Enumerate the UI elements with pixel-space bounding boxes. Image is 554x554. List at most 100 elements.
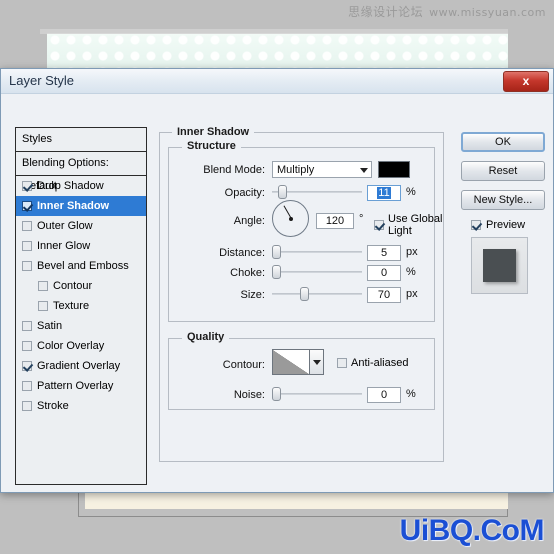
sidebar-item-label: Color Overlay xyxy=(37,340,105,352)
checkbox-gradient-overlay[interactable] xyxy=(22,361,32,371)
sidebar-item-satin[interactable]: Satin xyxy=(16,316,146,336)
choke-slider-track xyxy=(272,271,362,273)
checkbox-drop-shadow[interactable] xyxy=(22,181,32,191)
sidebar-item-label: Texture xyxy=(53,300,90,312)
sidebar-item-color-overlay[interactable]: Color Overlay xyxy=(16,336,146,356)
opacity-slider[interactable] xyxy=(272,184,362,200)
checkbox-anti-aliased[interactable] xyxy=(337,358,347,368)
size-value: 70 xyxy=(377,289,391,301)
sidebar-item-label: Bevel and Emboss xyxy=(37,260,129,272)
checkbox-bevel-and-emboss[interactable] xyxy=(22,261,32,271)
chevron-down-icon xyxy=(313,360,321,365)
sidebar-item-pattern-overlay[interactable]: Pattern Overlay xyxy=(16,376,146,396)
size-slider[interactable] xyxy=(272,286,362,302)
dialog-body: Styles Blending Options: Default Drop Sh… xyxy=(1,94,553,493)
angle-unit: ° xyxy=(359,213,364,225)
preview-thumbnail-shape xyxy=(483,249,516,282)
distance-slider-track xyxy=(272,251,362,253)
sidebar-item-label: Inner Glow xyxy=(37,240,91,252)
size-input[interactable]: 70 xyxy=(367,287,401,303)
contour-dropdown[interactable] xyxy=(310,349,324,375)
angle-dial[interactable] xyxy=(272,200,309,237)
checkbox-outer-glow[interactable] xyxy=(22,221,32,231)
sidebar-item-label: Outer Glow xyxy=(37,220,93,232)
checkbox-texture[interactable] xyxy=(38,301,48,311)
preview-label: Preview xyxy=(486,219,526,231)
quality-title: Quality xyxy=(182,331,230,343)
checkbox-inner-shadow[interactable] xyxy=(22,201,32,211)
close-icon[interactable]: x xyxy=(503,71,549,92)
use-global-light-checkbox[interactable]: Use Global Light xyxy=(374,213,443,237)
checkbox-pattern-overlay[interactable] xyxy=(22,381,32,391)
choke-slider[interactable] xyxy=(272,264,362,280)
dialog-titlebar[interactable]: Layer Style x xyxy=(1,69,553,94)
contour-label: Contour: xyxy=(222,359,265,371)
styles-header[interactable]: Styles xyxy=(16,128,146,152)
checkbox-use-global-light[interactable] xyxy=(374,220,384,230)
noise-slider-thumb[interactable] xyxy=(272,387,281,401)
dialog-title: Layer Style xyxy=(9,73,75,88)
size-label: Size: xyxy=(240,289,265,301)
blend-mode-label: Blend Mode: xyxy=(203,164,265,176)
sidebar-item-stroke[interactable]: Stroke xyxy=(16,396,146,416)
ok-button[interactable]: OK xyxy=(461,132,545,152)
noise-slider[interactable] xyxy=(272,386,362,402)
choke-unit: % xyxy=(406,266,416,278)
checkbox-preview[interactable] xyxy=(471,220,481,230)
noise-input[interactable]: 0 xyxy=(367,387,401,403)
choke-slider-thumb[interactable] xyxy=(272,265,281,279)
contour-preview[interactable] xyxy=(272,349,310,375)
sidebar-item-label: Pattern Overlay xyxy=(37,380,114,392)
noise-value: 0 xyxy=(380,389,388,401)
noise-unit: % xyxy=(406,388,416,400)
sidebar-item-gradient-overlay[interactable]: Gradient Overlay xyxy=(16,356,146,376)
watermark-top: 思缘设计论坛 www.missyuan.com xyxy=(348,3,546,20)
opacity-input[interactable]: 11 xyxy=(367,185,401,201)
inner-shadow-group-title: Inner Shadow xyxy=(172,126,255,138)
angle-dial-hub xyxy=(288,216,293,221)
angle-value: 120 xyxy=(325,215,345,227)
distance-slider-thumb[interactable] xyxy=(272,245,281,259)
checkbox-contour[interactable] xyxy=(38,281,48,291)
watermark-bottom: UiBQ.CoM xyxy=(399,514,545,547)
sidebar-item-label: Contour xyxy=(53,280,93,292)
sidebar-item-inner-shadow[interactable]: Inner Shadow xyxy=(16,196,146,216)
choke-label: Choke: xyxy=(230,267,265,279)
size-unit: px xyxy=(406,288,418,300)
checkbox-satin[interactable] xyxy=(22,321,32,331)
noise-slider-track xyxy=(272,393,362,395)
preview-checkbox[interactable]: Preview xyxy=(471,219,547,231)
distance-label: Distance: xyxy=(219,247,265,259)
sidebar-item-outer-glow[interactable]: Outer Glow xyxy=(16,216,146,236)
opacity-value: 11 xyxy=(377,187,391,199)
size-slider-thumb[interactable] xyxy=(300,287,309,301)
sidebar-item-bevel-and-emboss[interactable]: Bevel and Emboss xyxy=(16,256,146,276)
blending-options-item[interactable]: Blending Options: Default xyxy=(16,152,146,192)
new-style-button[interactable]: New Style... xyxy=(461,190,545,210)
checkbox-color-overlay[interactable] xyxy=(22,341,32,351)
blend-mode-select[interactable]: Multiply xyxy=(272,161,372,178)
layer-style-dialog: Layer Style x Styles Blending Options: D… xyxy=(0,68,554,493)
sidebar-item-texture[interactable]: Texture xyxy=(16,296,146,316)
checkbox-inner-glow[interactable] xyxy=(22,241,32,251)
distance-input[interactable]: 5 xyxy=(367,245,401,261)
sidebar-item-label: Stroke xyxy=(37,400,69,412)
sidebar-item-inner-glow[interactable]: Inner Glow xyxy=(16,236,146,256)
sidebar-item-contour[interactable]: Contour xyxy=(16,276,146,296)
distance-value: 5 xyxy=(380,247,388,259)
angle-input[interactable]: 120 xyxy=(316,213,354,229)
distance-slider[interactable] xyxy=(272,244,362,260)
choke-input[interactable]: 0 xyxy=(367,265,401,281)
opacity-slider-thumb[interactable] xyxy=(278,185,287,199)
sidebar-item-label: Drop Shadow xyxy=(37,180,104,192)
choke-value: 0 xyxy=(380,267,388,279)
styles-list-panel[interactable]: Styles Blending Options: Default Drop Sh… xyxy=(15,127,147,485)
size-slider-track xyxy=(272,293,362,295)
blend-color-swatch[interactable] xyxy=(378,161,410,178)
structure-title: Structure xyxy=(182,140,241,152)
inner-shadow-group: Inner Shadow Structure Blend Mode: Multi… xyxy=(159,126,444,462)
reset-button[interactable]: Reset xyxy=(461,161,545,181)
checkbox-stroke[interactable] xyxy=(22,401,32,411)
watermark-top-cn: 思缘设计论坛 xyxy=(348,5,424,19)
anti-aliased-checkbox[interactable]: Anti-aliased xyxy=(337,357,408,369)
